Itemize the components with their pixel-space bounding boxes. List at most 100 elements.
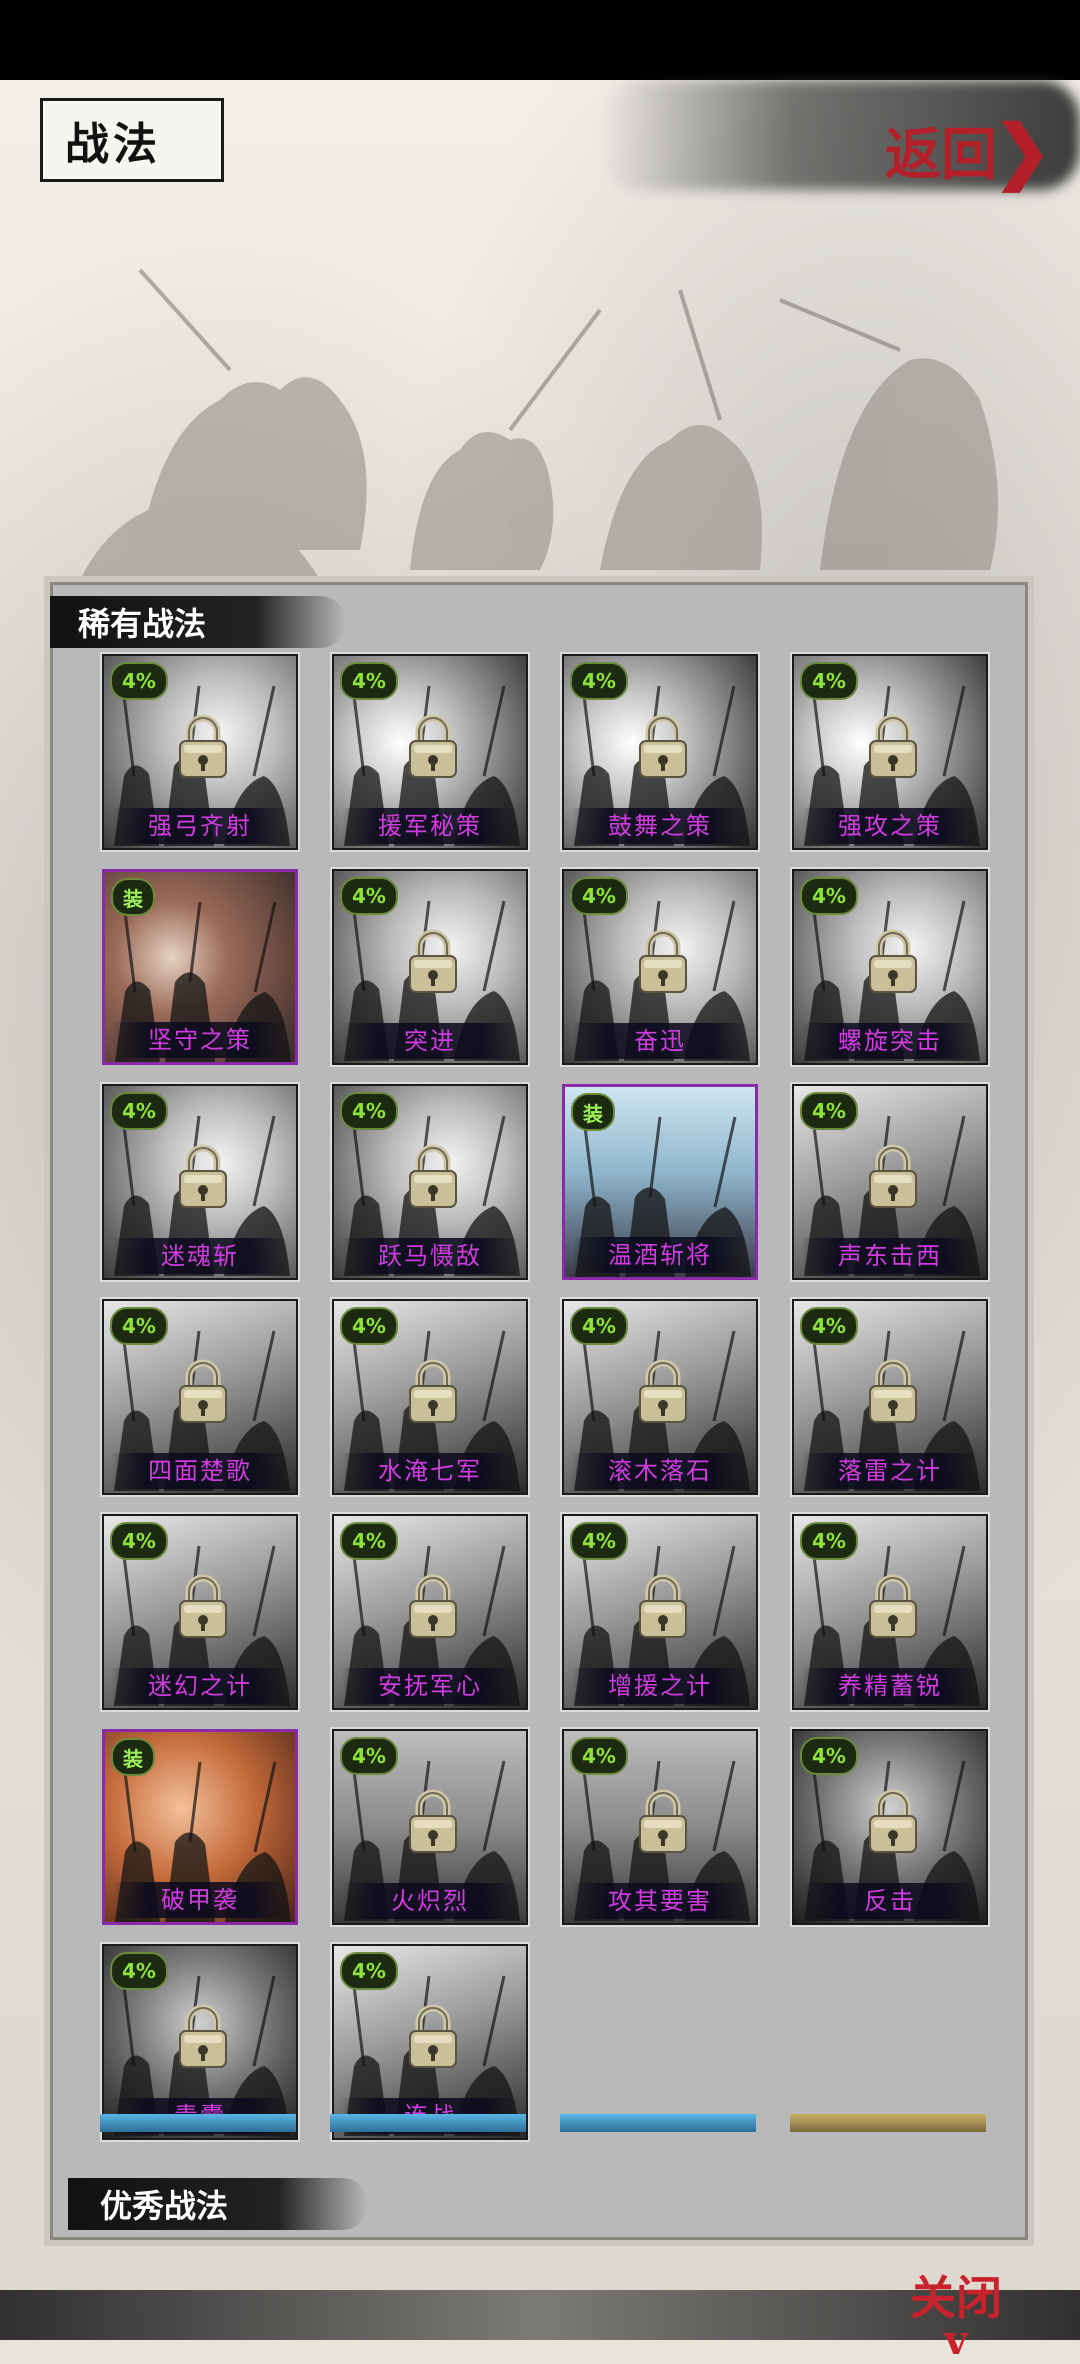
status-bar — [0, 0, 1080, 80]
tactic-tile[interactable]: 4% 迷幻之计 — [100, 1512, 300, 1712]
tactic-tile[interactable]: 4% 攻其要害 — [560, 1727, 760, 1927]
padlock-icon — [176, 1574, 230, 1640]
equipped-badge: 装 — [571, 1093, 615, 1131]
padlock-icon — [406, 1789, 460, 1855]
padlock-icon — [406, 1574, 460, 1640]
tactic-name: 坚守之策 — [113, 1022, 287, 1058]
chance-badge: 4% — [800, 662, 858, 700]
padlock-icon — [866, 1359, 920, 1425]
tactic-name: 突进 — [342, 1023, 518, 1059]
chance-badge: 4% — [570, 662, 628, 700]
padlock-icon — [636, 1574, 690, 1640]
tactic-name: 强攻之策 — [802, 808, 978, 844]
chance-badge: 4% — [800, 1737, 858, 1775]
tactic-name: 滚木落石 — [572, 1453, 748, 1489]
equipped-badge: 装 — [111, 1738, 155, 1776]
tactic-name: 温酒斩将 — [573, 1237, 747, 1273]
tactic-tile[interactable]: 4% 跃马慑敌 — [330, 1082, 530, 1282]
padlock-icon — [176, 2004, 230, 2070]
tactic-tile[interactable]: 4%青囊 — [100, 1942, 300, 2142]
tactic-name: 奋迅 — [572, 1023, 748, 1059]
chance-badge: 4% — [570, 1737, 628, 1775]
tactic-tile[interactable]: 4% 落雷之计 — [790, 1297, 990, 1497]
tactic-tile[interactable]: 4% 声东击西 — [790, 1082, 990, 1282]
excellent-tile-peek[interactable] — [560, 2114, 756, 2132]
chance-badge: 4% — [340, 1737, 398, 1775]
tactic-tile[interactable]: 4% 鼓舞之策 — [560, 652, 760, 852]
tactic-tile[interactable]: 4% 迷魂斩 — [100, 1082, 300, 1282]
tactics-panel[interactable]: 稀有战法 4% 强弓齐射 4% 援军秘策 4% 鼓舞之策 4% 强攻之策装坚守之策 4% 突进 4%… — [44, 576, 1034, 2246]
tactic-tile[interactable]: 4%连战 — [330, 1942, 530, 2142]
padlock-icon — [406, 714, 460, 780]
chance-badge: 4% — [340, 1092, 398, 1130]
tactic-tile[interactable]: 4% 强攻之策 — [790, 652, 990, 852]
excellent-tile-peek[interactable] — [790, 2114, 986, 2132]
padlock-icon — [176, 1359, 230, 1425]
padlock-icon — [406, 1144, 460, 1210]
padlock-icon — [866, 929, 920, 995]
padlock-icon — [866, 1574, 920, 1640]
tactic-tile[interactable]: 4% 突进 — [330, 867, 530, 1067]
excellent-tile-peek[interactable] — [100, 2114, 296, 2132]
chance-badge: 4% — [340, 877, 398, 915]
tactic-tile[interactable]: 装破甲袭 — [102, 1729, 298, 1925]
chance-badge: 4% — [340, 1307, 398, 1345]
chance-badge: 4% — [110, 662, 168, 700]
padlock-icon — [636, 929, 690, 995]
chance-badge: 4% — [800, 1307, 858, 1345]
padlock-icon — [406, 1359, 460, 1425]
padlock-icon — [406, 2004, 460, 2070]
chevron-down-icon: v — [944, 2317, 968, 2364]
tactic-name: 鼓舞之策 — [572, 808, 748, 844]
padlock-icon — [176, 714, 230, 780]
chance-badge: 4% — [340, 1522, 398, 1560]
tactic-name: 落雷之计 — [802, 1453, 978, 1489]
padlock-icon — [866, 714, 920, 780]
tactic-name: 援军秘策 — [342, 808, 518, 844]
chance-badge: 4% — [800, 1522, 858, 1560]
tactic-tile[interactable]: 4% 四面楚歌 — [100, 1297, 300, 1497]
padlock-icon — [866, 1144, 920, 1210]
tactic-tile[interactable]: 4% 安抚军心 — [330, 1512, 530, 1712]
tactic-tile[interactable]: 4% 强弓齐射 — [100, 652, 300, 852]
close-button[interactable]: 关闭 v — [896, 2262, 1016, 2361]
cavalry-silhouette-illustration — [80, 268, 998, 580]
tactic-name: 螺旋突击 — [802, 1023, 978, 1059]
tactic-tile[interactable]: 4% 奋迅 — [560, 867, 760, 1067]
tactic-name: 安抚军心 — [342, 1668, 518, 1704]
tactic-name: 反击 — [802, 1883, 978, 1919]
tactic-name: 养精蓄锐 — [802, 1668, 978, 1704]
tactic-tile[interactable]: 4% 滚木落石 — [560, 1297, 760, 1497]
padlock-icon — [406, 929, 460, 995]
padlock-icon — [636, 1789, 690, 1855]
tactic-name: 迷幻之计 — [112, 1668, 288, 1704]
section-title-rare: 稀有战法 — [50, 596, 346, 648]
chance-badge: 4% — [110, 1522, 168, 1560]
back-button[interactable]: 返回 ❯ — [885, 108, 1075, 192]
tactic-tile[interactable]: 装坚守之策 — [102, 869, 298, 1065]
page-title: 战法 — [40, 98, 224, 182]
tactic-name: 迷魂斩 — [112, 1238, 288, 1274]
excellent-tile-peek[interactable] — [330, 2114, 526, 2132]
back-label: 返回 — [885, 121, 997, 188]
tactic-tile[interactable]: 4% 水淹七军 — [330, 1297, 530, 1497]
tactic-tile[interactable]: 4% 增援之计 — [560, 1512, 760, 1712]
chance-badge: 4% — [110, 1092, 168, 1130]
tactic-tile[interactable]: 4% 养精蓄锐 — [790, 1512, 990, 1712]
tactic-name: 声东击西 — [802, 1238, 978, 1274]
tactic-name: 破甲袭 — [113, 1882, 287, 1918]
tactic-tile[interactable]: 4% 螺旋突击 — [790, 867, 990, 1067]
padlock-icon — [636, 714, 690, 780]
tactic-tile[interactable]: 装温酒斩将 — [562, 1084, 758, 1280]
tactic-tile[interactable]: 4% 反击 — [790, 1727, 990, 1927]
chance-badge: 4% — [110, 1307, 168, 1345]
tactic-name: 强弓齐射 — [112, 808, 288, 844]
chance-badge: 4% — [800, 1092, 858, 1130]
padlock-icon — [866, 1789, 920, 1855]
tactic-tile[interactable]: 4% 火炽烈 — [330, 1727, 530, 1927]
tactic-tile[interactable]: 4% 援军秘策 — [330, 652, 530, 852]
section-title-excellent: 优秀战法 — [68, 2178, 368, 2230]
tactic-name: 攻其要害 — [572, 1883, 748, 1919]
chevron-right-icon: ❯ — [993, 108, 1052, 192]
padlock-icon — [176, 1144, 230, 1210]
